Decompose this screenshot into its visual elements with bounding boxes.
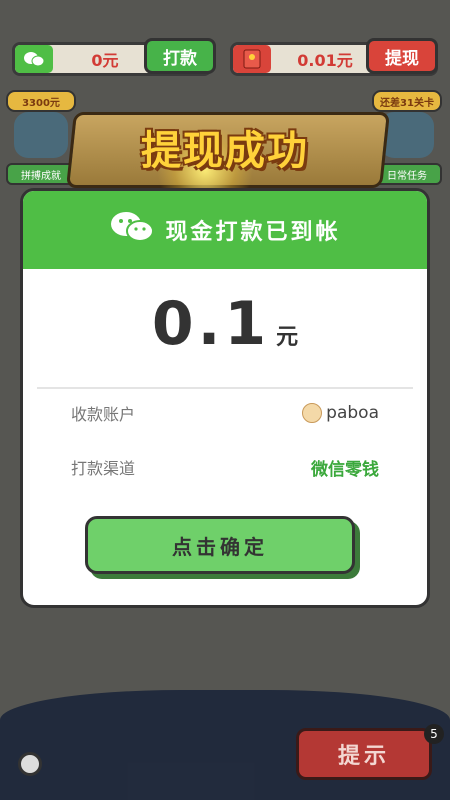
account-value-group: paboa — [302, 403, 379, 423]
dialog-title: 现金打款已到帐 — [165, 220, 341, 245]
account-row: 收款账户 paboa — [71, 399, 379, 427]
balance-amount: 0元 — [91, 51, 119, 70]
amount-display: 0.1 元 — [23, 289, 427, 359]
settings-icon[interactable] — [18, 752, 42, 776]
wechat-icon — [15, 45, 53, 73]
channel-value: 微信零钱 — [311, 459, 379, 480]
channel-label: 打款渠道 — [71, 459, 136, 478]
confirm-button[interactable]: 点击确定 — [85, 516, 355, 574]
wechat-icon — [109, 210, 155, 250]
banner-title: 提现成功 — [141, 128, 309, 174]
account-label: 收款账户 — [71, 405, 136, 424]
channel-row: 打款渠道 微信零钱 — [71, 453, 379, 481]
hint-button[interactable]: 提示 — [296, 728, 432, 780]
dialog-header: 现金打款已到帐 — [23, 191, 427, 269]
daily-task-tag: 还差31关卡 — [372, 90, 442, 112]
top-bar: 0元 打款 0.01元 提现 — [12, 38, 438, 80]
withdraw-button[interactable]: 提现 — [366, 38, 438, 74]
pay-button[interactable]: 打款 — [144, 38, 216, 74]
red-envelope-icon — [233, 45, 271, 73]
divider — [37, 387, 413, 389]
amount-unit: 元 — [276, 325, 299, 350]
account-value: paboa — [326, 403, 379, 423]
avatar — [302, 403, 323, 423]
withdraw-amount: 0.01元 — [297, 51, 353, 70]
hint-count-badge: 5 — [424, 724, 444, 744]
achievement-tag: 3300元 — [6, 90, 76, 112]
payment-success-dialog: 现金打款已到帐 0.1 元 收款账户 paboa 打款渠道 微信零钱 点击确定 — [20, 188, 430, 608]
amount-value: 0.1 — [151, 289, 271, 359]
